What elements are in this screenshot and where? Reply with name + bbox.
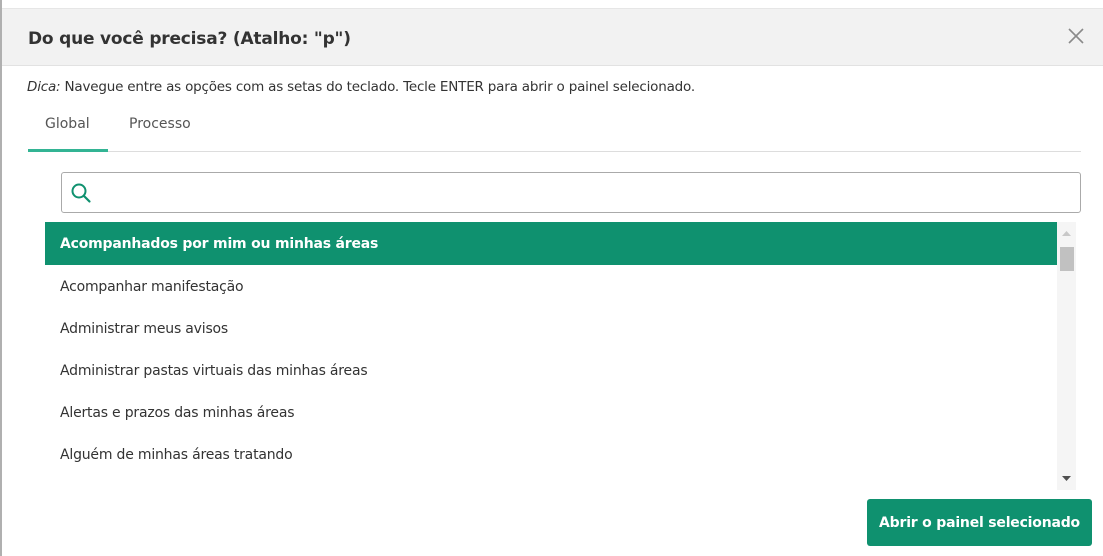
search-icon xyxy=(71,183,91,203)
close-button[interactable] xyxy=(1063,23,1089,49)
open-selected-panel-button[interactable]: Abrir o painel selecionado xyxy=(867,499,1092,546)
dialog-header: Do que você precisa? (Atalho: "p") xyxy=(2,8,1103,66)
list-item[interactable]: Acompanhados por mim ou minhas áreas xyxy=(45,222,1057,266)
list-item[interactable]: Administrar meus avisos xyxy=(45,308,1057,350)
triangle-up-icon[interactable] xyxy=(1057,226,1076,240)
tab-processo[interactable]: Processo xyxy=(129,116,191,132)
list-item[interactable]: Alguém de minhas áreas tratando xyxy=(45,434,1057,476)
dialog-title: Do que você precisa? (Atalho: "p") xyxy=(28,29,351,49)
tab-bar: Global Processo xyxy=(28,104,1081,152)
list-item[interactable]: Acompanhar manifestação xyxy=(45,266,1057,308)
list-item[interactable]: Administrar pastas virtuais das minhas á… xyxy=(45,350,1057,392)
active-tab-indicator xyxy=(28,149,108,152)
tip-body: Navegue entre as opções com as setas do … xyxy=(60,79,695,95)
tab-global[interactable]: Global xyxy=(45,116,90,132)
dialog: Do que você precisa? (Atalho: "p") Dica:… xyxy=(0,0,1103,556)
close-icon xyxy=(1068,28,1084,44)
list-scrollbar[interactable] xyxy=(1057,222,1076,490)
scrollbar-thumb[interactable] xyxy=(1060,247,1074,271)
search-box xyxy=(61,172,1081,213)
list-item[interactable]: Alertas e prazos das minhas áreas xyxy=(45,392,1057,434)
background-edge xyxy=(0,0,2,556)
tip-text: Dica: Navegue entre as opções com as set… xyxy=(27,79,695,95)
tip-label: Dica: xyxy=(27,79,61,95)
triangle-down-icon[interactable] xyxy=(1057,472,1076,486)
panel-list: Acompanhados por mim ou minhas áreas Aco… xyxy=(45,222,1057,490)
search-input[interactable] xyxy=(98,177,1068,208)
